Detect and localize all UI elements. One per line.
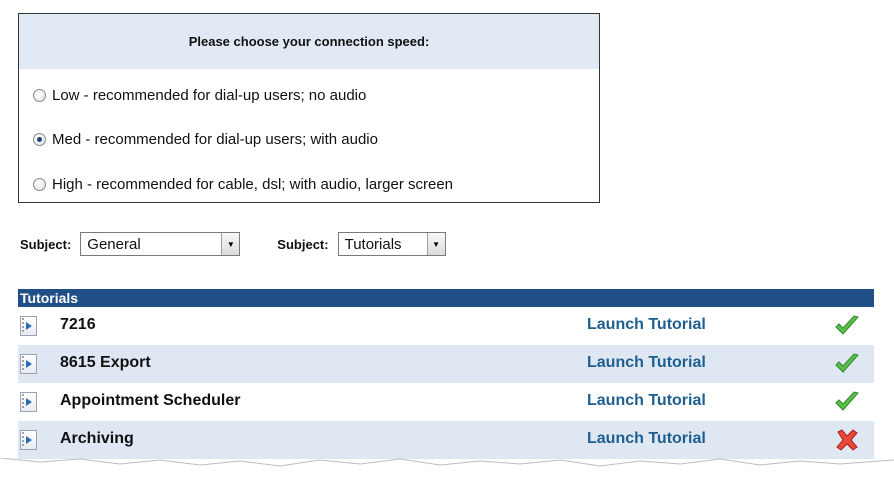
table-row: 8615 Export Launch Tutorial [18,345,874,383]
speed-option-med[interactable]: Med - recommended for dial-up users; wit… [33,131,378,148]
subject-select-tutorials[interactable]: Tutorials ▼ [337,232,446,256]
launch-tutorial-link[interactable]: Launch Tutorial [587,316,706,334]
check-icon [835,353,859,373]
video-file-icon [20,392,37,412]
check-icon [835,391,859,411]
connection-speed-heading: Please choose your connection speed: [19,14,599,69]
video-file-icon [20,316,37,336]
video-file-icon [20,354,37,374]
cross-icon [836,429,858,451]
speed-option-high[interactable]: High - recommended for cable, dsl; with … [33,176,453,193]
radio-low[interactable] [33,89,46,102]
tutorials-header: Tutorials [18,289,874,307]
table-row: 7216 Launch Tutorial [18,307,874,345]
chevron-down-icon[interactable]: ▼ [426,233,445,255]
subject-select-general[interactable]: General ▼ [80,232,241,256]
speed-option-low-label: Low - recommended for dial-up users; no … [52,87,367,104]
tutorial-name: Archiving [60,430,134,447]
table-row: Archiving Launch Tutorial [18,421,874,459]
tutorial-name: Appointment Scheduler [60,392,241,409]
radio-high[interactable] [33,178,46,191]
tutorial-name: 8615 Export [60,354,151,371]
speed-option-high-label: High - recommended for cable, dsl; with … [52,176,454,193]
chevron-down-icon[interactable]: ▼ [221,233,240,255]
subject-select-tutorials-value: Tutorials [344,236,402,253]
subject-filters: Subject: General ▼ Subject: Tutorials ▼ [20,232,446,256]
radio-med[interactable] [33,133,46,146]
page: Please choose your connection speed: Low… [0,0,894,480]
video-file-icon [20,430,37,450]
connection-speed-panel: Please choose your connection speed: Low… [18,13,600,203]
launch-tutorial-link[interactable]: Launch Tutorial [587,430,706,448]
table-row: Appointment Scheduler Launch Tutorial [18,383,874,421]
speed-option-low[interactable]: Low - recommended for dial-up users; no … [33,87,366,104]
subject-label-2: Subject: [277,236,329,252]
speed-option-med-label: Med - recommended for dial-up users; wit… [52,131,378,148]
launch-tutorial-link[interactable]: Launch Tutorial [587,354,706,372]
subject-select-general-value: General [87,236,141,253]
tutorial-name: 7216 [60,316,96,333]
launch-tutorial-link[interactable]: Launch Tutorial [587,392,706,410]
subject-label-1: Subject: [20,236,72,252]
tutorials-table: Tutorials 7216 Launch Tutorial 8615 Expo… [18,289,874,459]
torn-edge [0,458,894,480]
check-icon [835,315,859,335]
